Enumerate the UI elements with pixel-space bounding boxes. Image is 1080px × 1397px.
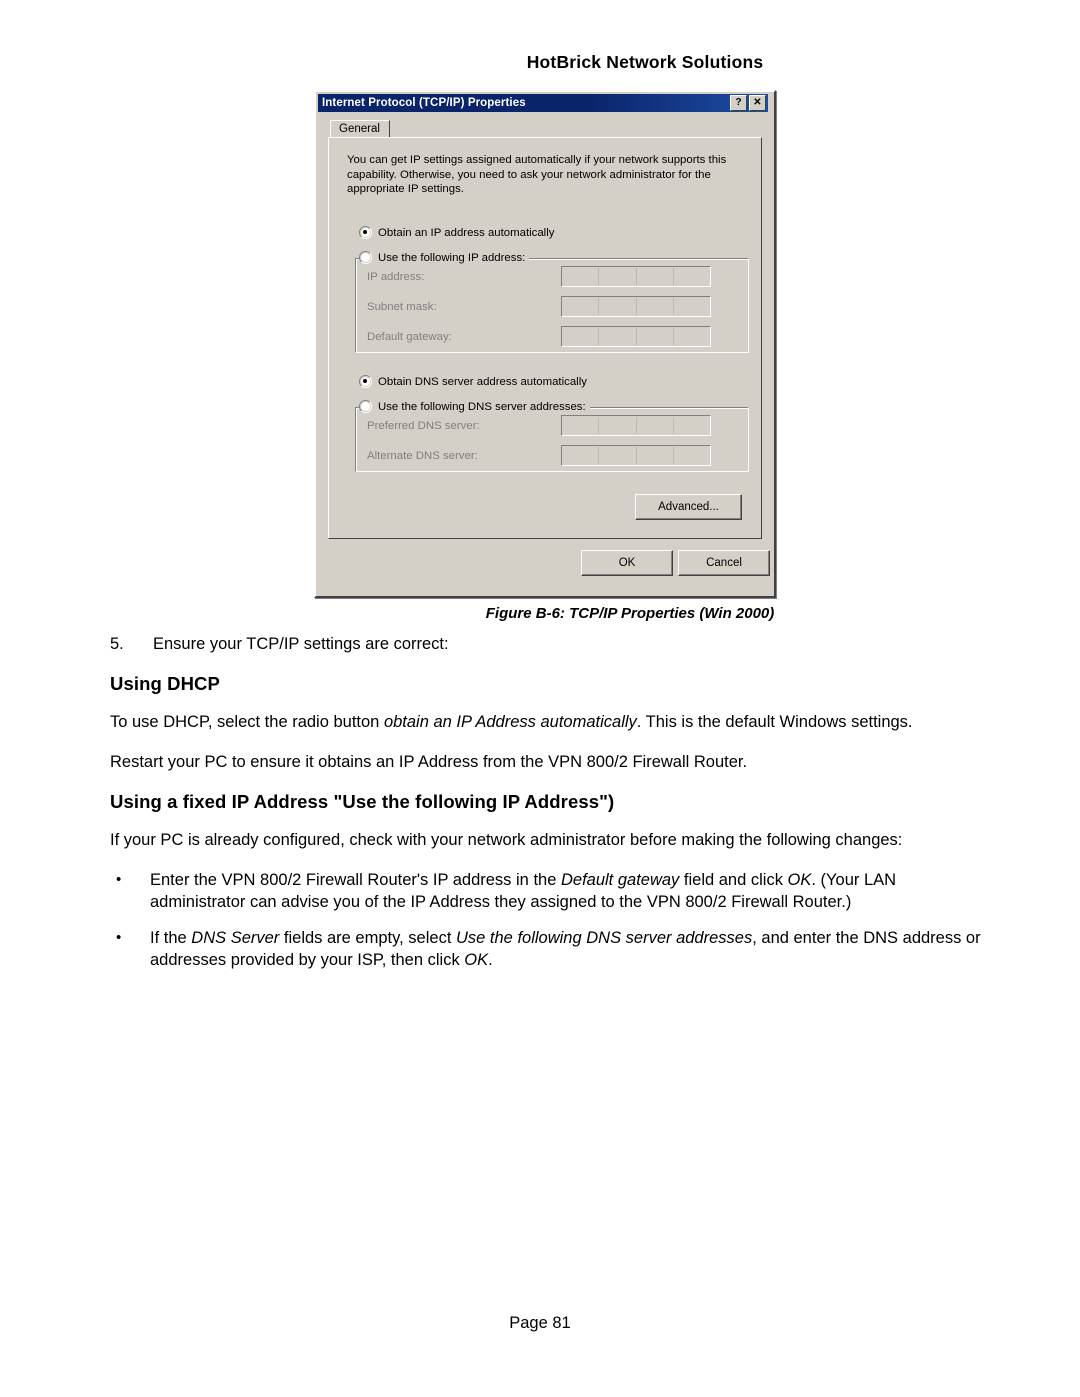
- ip-octet-4: [674, 298, 710, 315]
- ip-octet-2: [599, 328, 637, 345]
- document-body: 5. Ensure your TCP/IP settings are corre…: [110, 633, 988, 985]
- ip-octet-1: [562, 417, 600, 434]
- emphasis-use-following-dns: Use the following DNS server addresses: [456, 929, 753, 947]
- bullet-text: Enter the VPN 800/2 Firewall Router's IP…: [150, 869, 988, 913]
- label-preferred-dns: Preferred DNS server:: [367, 420, 480, 432]
- step-item: 5. Ensure your TCP/IP settings are corre…: [110, 633, 988, 655]
- ip-octet-4: [674, 268, 710, 285]
- text-segment: If the: [150, 929, 192, 947]
- close-icon[interactable]: ✕: [749, 95, 766, 111]
- dialog-title: Internet Protocol (TCP/IP) Properties: [322, 97, 526, 109]
- ip-octet-3: [637, 417, 674, 434]
- ip-octet-2: [599, 447, 637, 464]
- advanced-button[interactable]: Advanced...: [635, 494, 742, 520]
- page-header: HotBrick Network Solutions: [526, 52, 764, 72]
- ip-octet-4: [674, 447, 710, 464]
- radio-icon: [359, 400, 372, 413]
- emphasis-ok: OK: [787, 871, 812, 889]
- emphasis-default-gateway: Default gateway: [560, 871, 680, 889]
- text-segment: fields are empty, select: [279, 929, 456, 947]
- figure-caption: Figure B-6: TCP/IP Properties (Win 2000): [485, 605, 775, 622]
- ip-octet-1: [562, 447, 600, 464]
- titlebar-buttons: ? ✕: [730, 95, 768, 111]
- radio-label: Obtain an IP address automatically: [378, 226, 555, 239]
- text-segment: .: [488, 951, 493, 969]
- ip-octet-4: [674, 417, 710, 434]
- radio-icon: [359, 251, 372, 264]
- ip-octet-3: [637, 298, 674, 315]
- radio-icon: [359, 375, 372, 388]
- dialog-description: You can get IP settings assigned automat…: [347, 154, 727, 196]
- label-ip-address: IP address:: [367, 271, 425, 283]
- text-segment: . This is the default Windows settings.: [636, 713, 913, 731]
- paragraph-fixed-1: If your PC is already configured, check …: [110, 831, 903, 849]
- heading-using-dhcp: Using DHCP: [110, 673, 220, 694]
- ip-octet-1: [562, 298, 600, 315]
- radio-icon: [359, 226, 372, 239]
- bullet-marker-icon: •: [116, 929, 122, 946]
- bullet-marker-icon: •: [116, 871, 122, 888]
- radio-label: Use the following IP address:: [378, 251, 526, 264]
- help-icon[interactable]: ?: [730, 95, 747, 111]
- radio-label: Obtain DNS server address automatically: [378, 375, 587, 388]
- tcpip-properties-dialog: Internet Protocol (TCP/IP) Properties ? …: [314, 90, 776, 598]
- tab-general[interactable]: General: [330, 120, 390, 138]
- ip-octet-2: [599, 298, 637, 315]
- label-subnet-mask: Subnet mask:: [367, 301, 437, 313]
- label-alternate-dns: Alternate DNS server:: [367, 450, 478, 462]
- ip-octet-1: [562, 268, 600, 285]
- radio-obtain-dns-automatically[interactable]: Obtain DNS server address automatically: [359, 375, 587, 388]
- input-ip-address[interactable]: [561, 266, 711, 287]
- dialog-titlebar: Internet Protocol (TCP/IP) Properties ? …: [318, 94, 768, 112]
- page-footer: Page 81: [509, 1314, 571, 1332]
- paragraph-dhcp-2: Restart your PC to ensure it obtains an …: [110, 753, 748, 771]
- input-preferred-dns[interactable]: [561, 415, 711, 436]
- general-tab-panel: You can get IP settings assigned automat…: [328, 137, 762, 539]
- emphasis-ok: OK: [464, 951, 489, 969]
- ok-button[interactable]: OK: [581, 550, 673, 576]
- emphasis-dns-server: DNS Server: [191, 929, 280, 947]
- paragraph-dhcp-1: To use DHCP, select the radio button obt…: [110, 711, 988, 733]
- heading-fixed-ip: Using a fixed IP Address "Use the follow…: [110, 791, 615, 812]
- text-segment: Enter the VPN 800/2 Firewall Router's IP…: [150, 871, 561, 889]
- ip-octet-3: [637, 268, 674, 285]
- ip-octet-3: [637, 328, 674, 345]
- bullet-item-2: • If the DNS Server fields are empty, se…: [110, 927, 988, 971]
- ip-octet-2: [599, 417, 637, 434]
- ip-octet-2: [599, 268, 637, 285]
- bullet-text: If the DNS Server fields are empty, sele…: [150, 927, 988, 971]
- step-number: 5.: [110, 635, 124, 653]
- ip-octet-1: [562, 328, 600, 345]
- radio-use-following-ip[interactable]: Use the following IP address:: [359, 251, 530, 264]
- emphasis-obtain-ip: obtain an IP Address automatically: [383, 713, 637, 731]
- radio-label: Use the following DNS server addresses:: [378, 400, 586, 413]
- text-segment: field and click: [679, 871, 788, 889]
- ip-octet-4: [674, 328, 710, 345]
- input-subnet-mask[interactable]: [561, 296, 711, 317]
- input-default-gateway[interactable]: [561, 326, 711, 347]
- label-default-gateway: Default gateway:: [367, 331, 452, 343]
- step-text: Ensure your TCP/IP settings are correct:: [153, 635, 449, 653]
- radio-obtain-ip-automatically[interactable]: Obtain an IP address automatically: [359, 226, 554, 239]
- bullet-item-1: • Enter the VPN 800/2 Firewall Router's …: [110, 869, 988, 913]
- ip-octet-3: [637, 447, 674, 464]
- radio-use-following-dns[interactable]: Use the following DNS server addresses:: [359, 400, 590, 413]
- cancel-button[interactable]: Cancel: [678, 550, 770, 576]
- tab-strip: General: [330, 120, 760, 138]
- text-segment: To use DHCP, select the radio button: [110, 713, 384, 731]
- input-alternate-dns[interactable]: [561, 445, 711, 466]
